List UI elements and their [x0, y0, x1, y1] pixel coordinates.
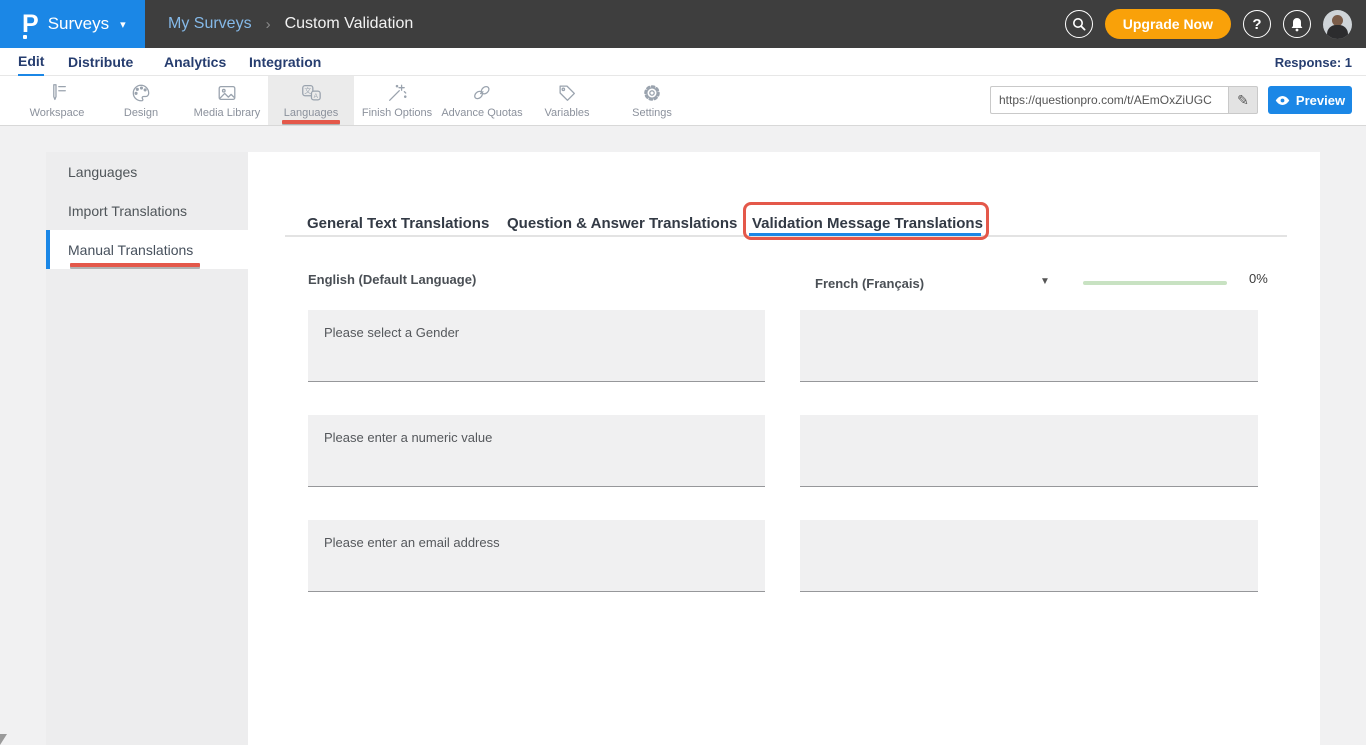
- chevron-down-icon: ▾: [120, 18, 126, 31]
- source-text-gender[interactable]: [308, 310, 765, 382]
- chevron-right-icon: ›: [266, 16, 271, 33]
- breadcrumb-my-surveys[interactable]: My Surveys: [168, 15, 252, 33]
- annotation-red-underline-manual-translations: [70, 263, 200, 267]
- edit-toolbar: Workspace Design Media Library 文A Langua…: [0, 76, 1366, 126]
- toolbar-advance-quotas[interactable]: Advance Quotas: [439, 76, 525, 125]
- toolbar-design[interactable]: Design: [98, 76, 184, 125]
- edit-url-button[interactable]: ✎: [1228, 86, 1258, 114]
- source-text-numeric[interactable]: [308, 415, 765, 487]
- svg-text:A: A: [314, 93, 319, 100]
- survey-section-nav: Edit Distribute Analytics Integration Re…: [0, 48, 1366, 76]
- tab-general-text-translations[interactable]: General Text Translations: [307, 210, 489, 236]
- eye-icon: [1275, 95, 1290, 106]
- advance-quotas-icon: [471, 82, 493, 104]
- toolbar-finish-options[interactable]: Finish Options: [354, 76, 440, 125]
- top-bar: P Surveys ▾ My Surveys › Custom Validati…: [0, 0, 1366, 48]
- toolbar-workspace[interactable]: Workspace: [14, 76, 100, 125]
- translation-progress-bar: [1083, 281, 1227, 285]
- tab-question-answer-translations[interactable]: Question & Answer Translations: [507, 210, 737, 236]
- tab-distribute[interactable]: Distribute: [68, 48, 133, 76]
- svg-text:文: 文: [304, 86, 311, 95]
- breadcrumb: My Surveys › Custom Validation: [168, 0, 413, 48]
- response-count[interactable]: Response: 1: [1275, 48, 1352, 76]
- tab-edit[interactable]: Edit: [18, 48, 44, 76]
- bell-icon: [1290, 17, 1304, 32]
- target-text-gender[interactable]: [800, 310, 1258, 382]
- toolbar-variables[interactable]: Variables: [524, 76, 610, 125]
- target-text-email[interactable]: [800, 520, 1258, 592]
- question-mark-icon: ?: [1252, 16, 1261, 33]
- sidebar-item-manual-translations[interactable]: Manual Translations: [46, 230, 248, 269]
- top-actions: Upgrade Now ?: [1065, 0, 1366, 48]
- toolbar-media-library[interactable]: Media Library: [184, 76, 270, 125]
- search-icon: [1072, 17, 1086, 31]
- product-label: Surveys: [48, 14, 109, 34]
- product-switcher[interactable]: P Surveys ▾: [0, 0, 145, 48]
- target-text-numeric[interactable]: [800, 415, 1258, 487]
- search-button[interactable]: [1065, 10, 1093, 38]
- toolbar-languages[interactable]: 文A Languages: [268, 76, 354, 125]
- user-avatar[interactable]: [1323, 10, 1352, 39]
- workspace-icon: [46, 82, 68, 104]
- mouse-cursor: [0, 734, 7, 745]
- survey-url-group: ✎: [990, 86, 1258, 114]
- tab-analytics[interactable]: Analytics: [164, 48, 226, 76]
- active-tab-underline: [749, 233, 981, 236]
- media-library-icon: [216, 82, 238, 104]
- chevron-down-icon[interactable]: ▼: [1040, 276, 1050, 287]
- finish-options-icon: [386, 82, 408, 104]
- design-icon: [130, 82, 152, 104]
- target-language-selector[interactable]: French (Français): [815, 276, 924, 291]
- upgrade-now-button[interactable]: Upgrade Now: [1105, 9, 1231, 39]
- questionpro-logo-icon: P: [22, 12, 39, 37]
- translation-progress-percent: 0%: [1249, 271, 1268, 286]
- survey-url-input[interactable]: [990, 86, 1228, 114]
- toolbar-settings[interactable]: Settings: [609, 76, 695, 125]
- notifications-button[interactable]: [1283, 10, 1311, 38]
- preview-button[interactable]: Preview: [1268, 86, 1352, 114]
- variables-icon: [556, 82, 578, 104]
- sidebar-item-import-translations[interactable]: Import Translations: [46, 191, 248, 230]
- sidebar-item-languages[interactable]: Languages: [46, 152, 248, 191]
- source-text-email[interactable]: [308, 520, 765, 592]
- help-button[interactable]: ?: [1243, 10, 1271, 38]
- annotation-red-underline-languages: [282, 120, 340, 124]
- source-language-header: English (Default Language): [308, 272, 476, 287]
- languages-sidebar: Languages Import Translations Manual Tra…: [46, 152, 248, 745]
- languages-icon: 文A: [300, 82, 322, 104]
- settings-icon: [641, 82, 663, 104]
- breadcrumb-current-survey: Custom Validation: [285, 15, 414, 33]
- languages-panel: Languages Import Translations Manual Tra…: [46, 152, 1320, 745]
- pencil-icon: ✎: [1237, 92, 1249, 109]
- questionpro-app: P Surveys ▾ My Surveys › Custom Validati…: [0, 0, 1366, 745]
- tab-integration[interactable]: Integration: [249, 48, 321, 76]
